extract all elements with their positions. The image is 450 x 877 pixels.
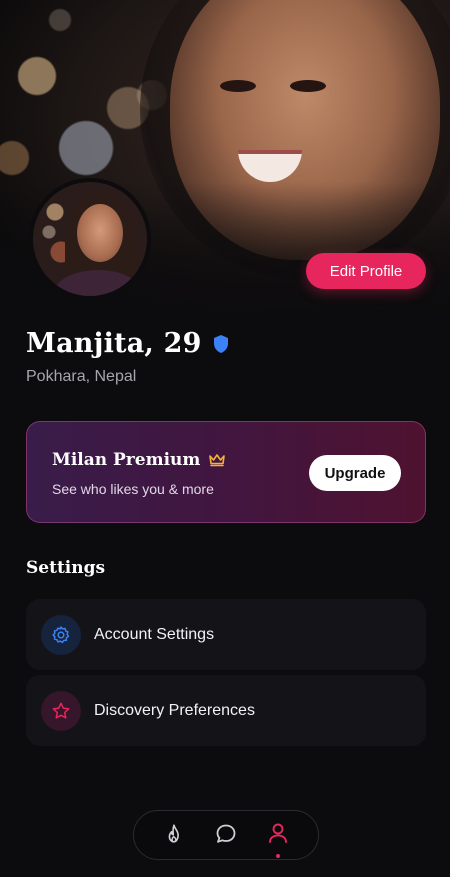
crown-icon <box>208 453 226 467</box>
user-icon <box>267 822 289 849</box>
name-row: Manjita, 29 <box>26 328 230 359</box>
avatar-face-shape <box>77 204 123 262</box>
profile-location: Pokhara, Nepal <box>26 368 137 385</box>
premium-subtitle: See who likes you & more <box>52 481 214 497</box>
avatar[interactable] <box>29 178 151 300</box>
shield-check-icon <box>212 334 230 354</box>
profile-screen: Edit Profile Manjita, 29 Pokhara, Nepal … <box>0 0 450 877</box>
premium-card[interactable]: Milan Premium See who likes you & more U… <box>26 421 426 523</box>
settings-heading: Settings <box>26 558 106 578</box>
bottom-nav <box>133 810 319 860</box>
star-icon <box>41 690 81 731</box>
gear-icon <box>41 614 81 655</box>
premium-title-row: Milan Premium <box>52 450 226 470</box>
flame-icon <box>163 823 185 848</box>
edit-profile-button[interactable]: Edit Profile <box>306 253 426 289</box>
profile-name: Manjita, 29 <box>26 328 202 359</box>
active-indicator-dot <box>276 854 280 858</box>
upgrade-button[interactable]: Upgrade <box>309 455 401 491</box>
account-settings-label: Account Settings <box>94 625 215 643</box>
chat-icon <box>214 822 238 849</box>
nav-chat-button[interactable] <box>206 815 246 855</box>
discovery-preferences-item[interactable]: Discovery Preferences <box>26 675 426 746</box>
premium-title: Milan Premium <box>52 450 201 470</box>
nav-profile-button[interactable] <box>258 815 298 858</box>
account-settings-item[interactable]: Account Settings <box>26 599 426 670</box>
nav-discover-button[interactable] <box>154 815 194 855</box>
discovery-preferences-label: Discovery Preferences <box>94 701 255 719</box>
